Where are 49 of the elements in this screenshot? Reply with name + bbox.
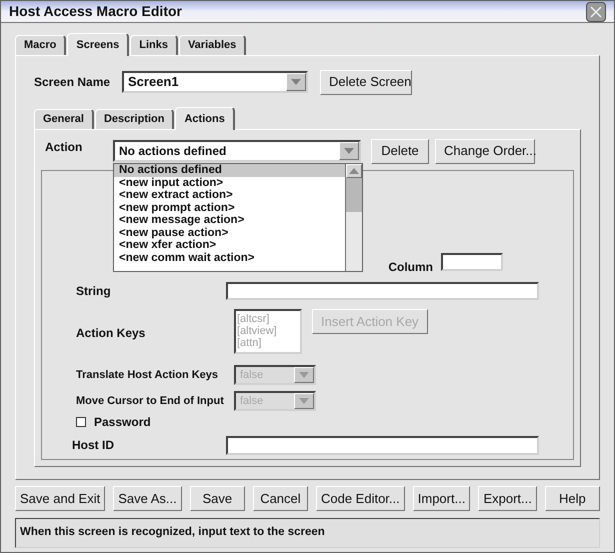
action-label: Action [44, 139, 84, 156]
list-item[interactable]: <new extract action> [114, 189, 345, 202]
host-id-field[interactable] [226, 436, 539, 454]
tab[interactable]: Description [94, 109, 174, 129]
scrollbar[interactable] [345, 164, 362, 271]
tab[interactable]: Variables [178, 35, 246, 55]
status-text: When this screen is recognized, input text to the screen [20, 525, 325, 540]
list-item[interactable]: No actions defined [114, 164, 345, 176]
list-item[interactable]: <new message action> [114, 214, 345, 226]
screen-name-label: Screen Name [34, 74, 112, 91]
password-label: Password [94, 414, 151, 431]
change-order-button[interactable]: Change Order... [435, 138, 535, 164]
tab[interactable]: Screens [67, 33, 130, 56]
list-item[interactable]: <new prompt action> [114, 202, 345, 214]
tab[interactable]: General [34, 109, 94, 129]
footer-button[interactable]: Cancel [252, 486, 308, 511]
window-title: Host Access Macro Editor [9, 2, 183, 21]
footer-button[interactable]: Code Editor... [316, 486, 405, 511]
translate-label: Translate Host Action Keys [76, 368, 220, 383]
screen-name-dropdown[interactable]: Screen1 [122, 71, 308, 93]
string-field[interactable] [226, 282, 539, 300]
column-label: Column [388, 259, 433, 276]
column-field[interactable] [441, 253, 503, 271]
host-id-label: Host ID [72, 437, 115, 454]
footer-button[interactable]: Export... [478, 486, 537, 511]
close-icon[interactable] [586, 2, 606, 22]
dropdown-caret-icon[interactable] [286, 73, 306, 91]
delete-screen-button[interactable]: Delete Screen [320, 70, 412, 94]
footer-button[interactable]: Help [544, 486, 600, 511]
footer-button[interactable]: Save As... [113, 486, 182, 511]
delete-button[interactable]: Delete [371, 138, 429, 164]
tab[interactable]: Macro [15, 35, 66, 55]
scroll-thumb[interactable] [346, 178, 362, 212]
password-checkbox[interactable] [76, 417, 86, 427]
action-dropdown[interactable]: No actions defined [113, 140, 361, 162]
tab[interactable]: Links [130, 35, 178, 55]
tab[interactable]: Actions [175, 107, 235, 130]
list-item[interactable]: <new xfer action> [114, 239, 345, 252]
scroll-up-icon[interactable] [346, 164, 362, 178]
action-keys-label: Action Keys [76, 325, 146, 342]
string-label: String [76, 283, 112, 300]
footer-button[interactable]: Import... [412, 486, 470, 511]
list-item[interactable]: <new comm wait action> [114, 252, 345, 264]
list-item[interactable]: <new input action> [114, 176, 345, 189]
dropdown-caret-icon[interactable] [339, 142, 359, 160]
list-item[interactable]: <new pause action> [114, 226, 345, 239]
footer-button[interactable]: Save and Exit [15, 486, 106, 511]
footer-button[interactable]: Save [190, 486, 245, 511]
move-cursor-label: Move Cursor to End of Input [76, 394, 225, 409]
